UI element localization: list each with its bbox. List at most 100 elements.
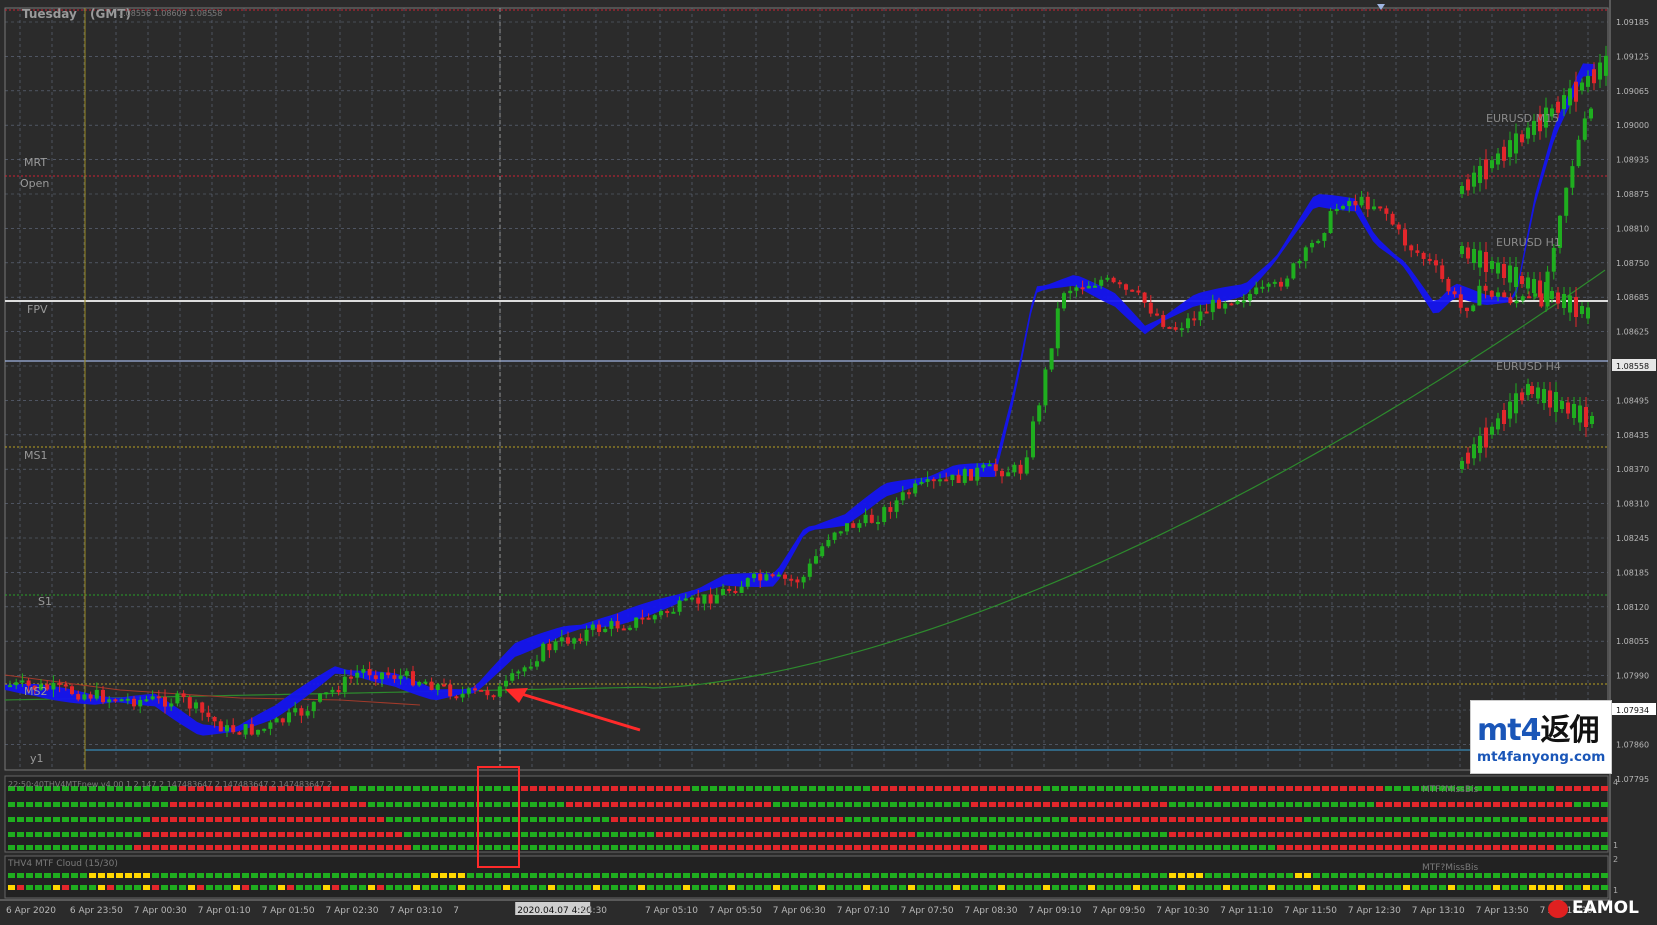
indicator2-cell — [1493, 873, 1500, 878]
candle-body — [528, 666, 533, 669]
indicator1-cell — [575, 802, 582, 807]
candle-body — [683, 598, 688, 601]
indicator1-cell — [1142, 786, 1149, 791]
indicator1-cell — [332, 832, 339, 837]
indicator2-cell — [1214, 873, 1221, 878]
indicator1-cell — [800, 817, 807, 822]
indicator1-cell — [1106, 802, 1113, 807]
indicator2-cell — [1196, 873, 1203, 878]
indicator2-cell — [1232, 885, 1239, 890]
indicator1-cell — [584, 817, 591, 822]
indicator1-cell — [170, 832, 177, 837]
indicator1-cell — [1403, 832, 1410, 837]
indicator1-cell — [62, 832, 69, 837]
indicator1-cell — [944, 832, 951, 837]
indicator2-cell — [1088, 873, 1095, 878]
candle-body — [1303, 247, 1308, 261]
indicator1-cell — [845, 845, 852, 850]
price-tick-label: 1.08558 — [1616, 362, 1649, 371]
indicator1-cell — [836, 845, 843, 850]
indicator2-cell — [1124, 873, 1131, 878]
price-chart[interactable]: 1.091851.091251.090651.090001.089351.088… — [0, 0, 1657, 921]
indicator2-cell — [1502, 873, 1509, 878]
indicator2-cell — [1466, 873, 1473, 878]
indicator1-cell — [1025, 832, 1032, 837]
indicator2-cell — [359, 885, 366, 890]
indicator2-cell — [962, 873, 969, 878]
indicator2-cell — [557, 885, 564, 890]
indicator1-cell — [737, 786, 744, 791]
indicator1-cell — [1214, 832, 1221, 837]
indicator2-cell — [1079, 885, 1086, 890]
indicator2-cell — [728, 873, 735, 878]
candle-body — [1130, 289, 1135, 292]
indicator1-cell — [44, 845, 51, 850]
indicator1-cell — [692, 802, 699, 807]
price-tick-label: 1.08245 — [1616, 534, 1649, 543]
indicator1-cell — [521, 802, 528, 807]
candle-body — [57, 682, 62, 685]
indicator2-cell — [1565, 885, 1572, 890]
indicator1-cell — [728, 845, 735, 850]
indicator1-cell — [1070, 832, 1077, 837]
candle-body — [609, 621, 614, 629]
indicator1-cell — [881, 832, 888, 837]
indicator2-cell — [917, 873, 924, 878]
indicator2-cell — [107, 873, 114, 878]
indicator1-cell — [197, 817, 204, 822]
mt4-chart-window[interactable]: 1.09185 1.09125 1.09065 1.09000 1.08935 1.088… — [0, 0, 1657, 921]
indicator2-cell — [953, 873, 960, 878]
indicator1-cell — [71, 802, 78, 807]
indicator1-cell — [251, 802, 258, 807]
candle-body — [925, 479, 930, 482]
indicator1-cell — [989, 786, 996, 791]
indicator1-cell — [1016, 832, 1023, 837]
indicator1-cell — [1214, 817, 1221, 822]
indicator1-cell — [1223, 832, 1230, 837]
indicator1-cell — [1277, 786, 1284, 791]
indicator1-cell — [1547, 802, 1554, 807]
indicator1-cell — [980, 786, 987, 791]
indicator2-cell — [386, 885, 393, 890]
candle-body — [163, 696, 167, 707]
indicator1-cell — [1232, 832, 1239, 837]
candle-body — [826, 539, 831, 547]
indicator1-cell — [1097, 845, 1104, 850]
indicator1-cell — [368, 832, 375, 837]
indicator2-cell — [1052, 885, 1059, 890]
indicator2-cell — [395, 885, 402, 890]
indicator1-cell — [926, 817, 933, 822]
indicator2-cell — [1250, 885, 1257, 890]
indicator2-cell — [566, 873, 573, 878]
indicator1-cell — [278, 832, 285, 837]
indicator2-cell — [629, 873, 636, 878]
indicator1-cell — [413, 817, 420, 822]
indicator2-cell — [188, 873, 195, 878]
indicator1-cell — [458, 802, 465, 807]
indicator1-cell — [1340, 817, 1347, 822]
indicator1-cell — [1061, 802, 1068, 807]
candle-body — [361, 669, 366, 673]
indicator1-cell — [62, 845, 69, 850]
candle-body — [1341, 206, 1345, 209]
indicator1-cell — [719, 786, 726, 791]
candle-body — [225, 725, 229, 732]
indicator2-cell — [1277, 885, 1284, 890]
indicator2-title: THV4 MTF Cloud (15/30) — [7, 859, 118, 869]
candle-body — [206, 712, 211, 717]
indicator1-cell — [1493, 832, 1500, 837]
indicator1-cell — [512, 845, 519, 850]
indicator1-cell — [35, 832, 42, 837]
indicator2-cell — [449, 873, 456, 878]
candle-body — [1310, 242, 1314, 248]
indicator1-cell — [1187, 786, 1194, 791]
indicator2-cell — [818, 885, 825, 890]
candle-body — [138, 699, 143, 707]
indicator2-cell — [1205, 873, 1212, 878]
indicator1-cell — [359, 802, 366, 807]
indicator1-cell — [368, 817, 375, 822]
indicator2-cell — [773, 873, 780, 878]
indicator2-cell — [1160, 885, 1167, 890]
indicator1-cell — [1133, 832, 1140, 837]
indicator1-cell — [62, 802, 69, 807]
